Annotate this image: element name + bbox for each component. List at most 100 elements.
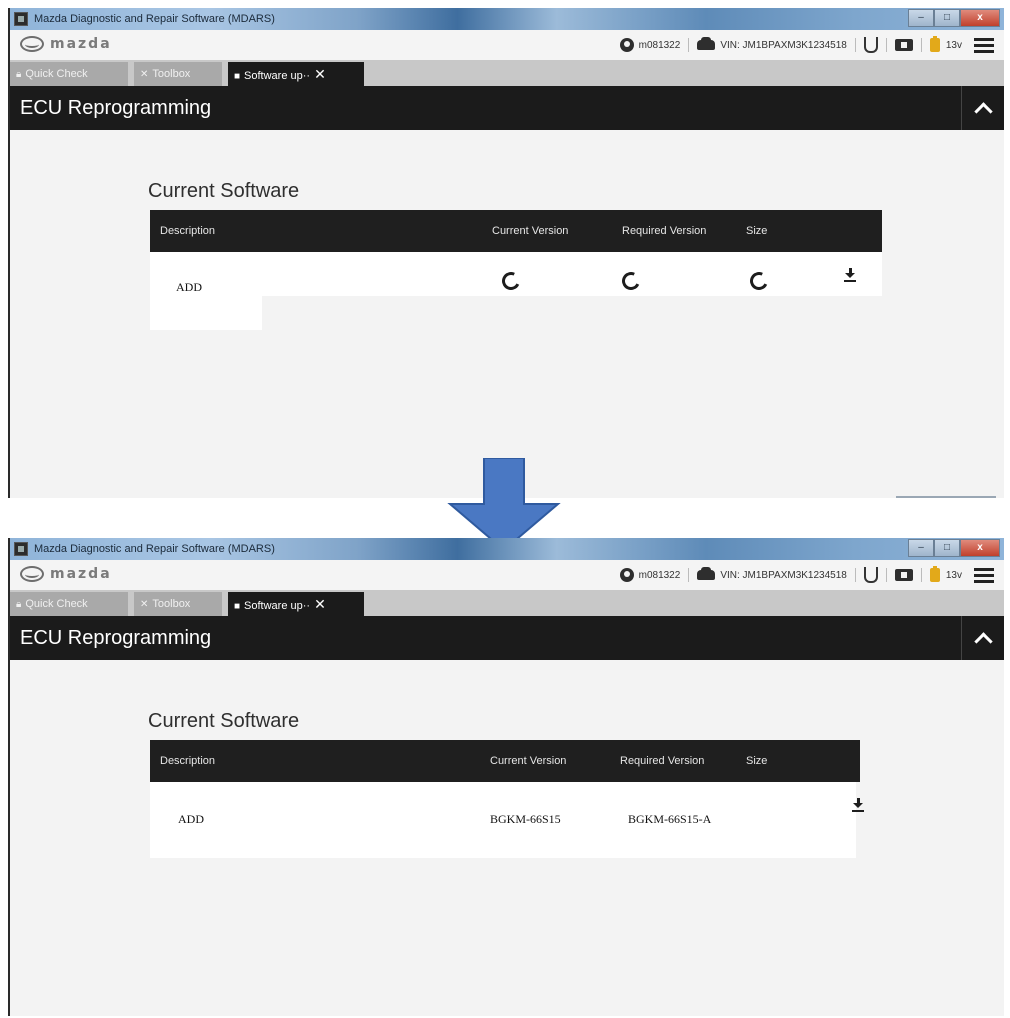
header-status: m081322 VIN: JM1BPAXM3K1234518 13v bbox=[619, 560, 994, 590]
tab-quick-check[interactable]: 🔒︎ Quick Check bbox=[10, 592, 128, 616]
mazda-logo-icon bbox=[20, 36, 44, 52]
vin-label: VIN: JM1BPAXM3K1234518 bbox=[720, 569, 847, 581]
close-window-button[interactable]: x bbox=[960, 539, 1000, 557]
col-size: Size bbox=[746, 225, 768, 237]
divider bbox=[885, 38, 887, 52]
window-titlebar: Mazda Diagnostic and Repair Software (MD… bbox=[10, 8, 1004, 30]
tools-icon: ✕ bbox=[140, 69, 149, 80]
col-description: Description bbox=[160, 225, 216, 237]
app-icon bbox=[14, 12, 28, 26]
tab-toolbox[interactable]: ✕ Toolbox bbox=[134, 62, 222, 86]
close-window-button[interactable]: x bbox=[960, 9, 1000, 27]
user-id: m081322 bbox=[638, 39, 681, 51]
window-title: Mazda Diagnostic and Repair Software (MD… bbox=[34, 543, 275, 555]
scroll-indicator bbox=[896, 496, 996, 498]
section-header: ECU Reprogramming bbox=[10, 86, 1004, 130]
user-indicator[interactable]: m081322 bbox=[619, 38, 681, 52]
tab-quick-check[interactable]: 🔒︎ Quick Check bbox=[10, 62, 128, 86]
mazda-logo-icon bbox=[20, 566, 44, 582]
spinner-icon bbox=[747, 269, 771, 293]
main-content: Current Software Description Current Ver… bbox=[10, 130, 1004, 498]
brand-name: mazda bbox=[50, 566, 112, 582]
window-title: Mazda Diagnostic and Repair Software (MD… bbox=[34, 13, 275, 25]
connection-icon[interactable] bbox=[863, 37, 878, 53]
screenshot-after-loaded: Mazda Diagnostic and Repair Software (MD… bbox=[8, 538, 1004, 1016]
table-header: Description Current Version Required Ver… bbox=[150, 740, 860, 782]
user-id: m081322 bbox=[638, 569, 681, 581]
spinner-icon bbox=[619, 269, 643, 293]
divider bbox=[885, 568, 887, 582]
spinner-icon bbox=[499, 269, 523, 293]
vehicle-indicator[interactable]: VIN: JM1BPAXM3K1234518 bbox=[697, 567, 847, 581]
voltage-value: 13v bbox=[945, 39, 962, 51]
battery-indicator: 13v bbox=[929, 566, 962, 582]
user-icon bbox=[619, 38, 634, 52]
table-header: Description Current Version Required Ver… bbox=[150, 210, 882, 252]
tab-label: Software up·· bbox=[244, 70, 311, 82]
tab-software-update[interactable]: ■ Software up·· ✕ bbox=[228, 62, 364, 86]
vin-label: VIN: JM1BPAXM3K1234518 bbox=[720, 39, 847, 51]
divider bbox=[920, 568, 922, 582]
connection-icon[interactable] bbox=[863, 567, 878, 583]
tab-toolbox[interactable]: ✕ Toolbox bbox=[134, 592, 222, 616]
battery-indicator: 13v bbox=[929, 36, 962, 52]
battery-icon bbox=[929, 36, 940, 52]
window-titlebar: Mazda Diagnostic and Repair Software (MD… bbox=[10, 538, 1004, 560]
vci-device-icon[interactable] bbox=[894, 39, 913, 51]
row-description: ADD bbox=[178, 812, 204, 826]
section-header: ECU Reprogramming bbox=[10, 616, 1004, 660]
vehicle-indicator[interactable]: VIN: JM1BPAXM3K1234518 bbox=[697, 37, 847, 51]
user-indicator[interactable]: m081322 bbox=[619, 568, 681, 582]
car-icon bbox=[697, 567, 716, 580]
download-icon[interactable] bbox=[844, 268, 856, 282]
maximize-button[interactable]: □ bbox=[934, 539, 960, 557]
maximize-button[interactable]: □ bbox=[934, 9, 960, 27]
divider bbox=[920, 38, 922, 52]
voltage-value: 13v bbox=[945, 569, 962, 581]
header-status: m081322 VIN: JM1BPAXM3K1234518 13v bbox=[619, 30, 994, 60]
minimize-button[interactable]: – bbox=[908, 539, 934, 557]
tools-icon: ✕ bbox=[140, 599, 149, 610]
tab-bar: 🔒︎ Quick Check ✕ Toolbox ■ Software up·· ✕ bbox=[10, 590, 1004, 616]
menu-icon[interactable] bbox=[974, 567, 994, 583]
app-header: mazda m081322 VIN: JM1BPAXM3K1234518 13v bbox=[10, 30, 1004, 61]
current-software-title: Current Software bbox=[148, 180, 300, 202]
close-tab-icon[interactable]: ✕ bbox=[314, 66, 326, 82]
divider bbox=[688, 38, 690, 52]
section-title: ECU Reprogramming bbox=[20, 97, 212, 119]
tab-software-update[interactable]: ■ Software up·· ✕ bbox=[228, 592, 364, 616]
close-tab-icon[interactable]: ✕ bbox=[314, 596, 326, 612]
table-row[interactable]: ADD BGKM-66S15 BGKM-66S15-A bbox=[150, 782, 864, 858]
table-row[interactable]: ADD bbox=[150, 252, 882, 296]
mazda-logo: mazda bbox=[20, 36, 112, 52]
app-icon bbox=[14, 542, 28, 556]
tab-bar: 🔒︎ Quick Check ✕ Toolbox ■ Software up·· ✕ bbox=[10, 60, 1004, 86]
row-current-version: BGKM-66S15 bbox=[490, 812, 561, 826]
tab-label: Quick Check bbox=[25, 68, 88, 80]
window-controls: – □ x bbox=[908, 9, 1000, 27]
window-controls: – □ x bbox=[908, 539, 1000, 557]
tab-label: Toolbox bbox=[152, 68, 191, 80]
brand-name: mazda bbox=[50, 36, 112, 52]
col-required-version: Required Version bbox=[620, 755, 705, 767]
tab-label: Software up·· bbox=[244, 600, 311, 612]
tab-label: Toolbox bbox=[152, 598, 191, 610]
divider bbox=[688, 568, 690, 582]
minimize-button[interactable]: – bbox=[908, 9, 934, 27]
divider bbox=[854, 38, 856, 52]
collapse-button[interactable] bbox=[961, 616, 1004, 660]
row-required-version: BGKM-66S15-A bbox=[628, 812, 712, 826]
chevron-up-icon bbox=[973, 101, 993, 121]
vci-device-icon[interactable] bbox=[894, 569, 913, 581]
col-current-version: Current Version bbox=[490, 755, 567, 767]
screenshot-before-loading: Mazda Diagnostic and Repair Software (MD… bbox=[8, 8, 1004, 498]
car-icon bbox=[697, 37, 716, 50]
download-icon[interactable] bbox=[852, 798, 864, 812]
mazda-logo: mazda bbox=[20, 566, 112, 582]
row-description: ADD bbox=[176, 280, 202, 294]
col-description: Description bbox=[160, 755, 216, 767]
col-required-version: Required Version bbox=[622, 225, 707, 237]
current-software-title: Current Software bbox=[148, 710, 300, 732]
menu-icon[interactable] bbox=[974, 37, 994, 53]
collapse-button[interactable] bbox=[961, 86, 1004, 130]
